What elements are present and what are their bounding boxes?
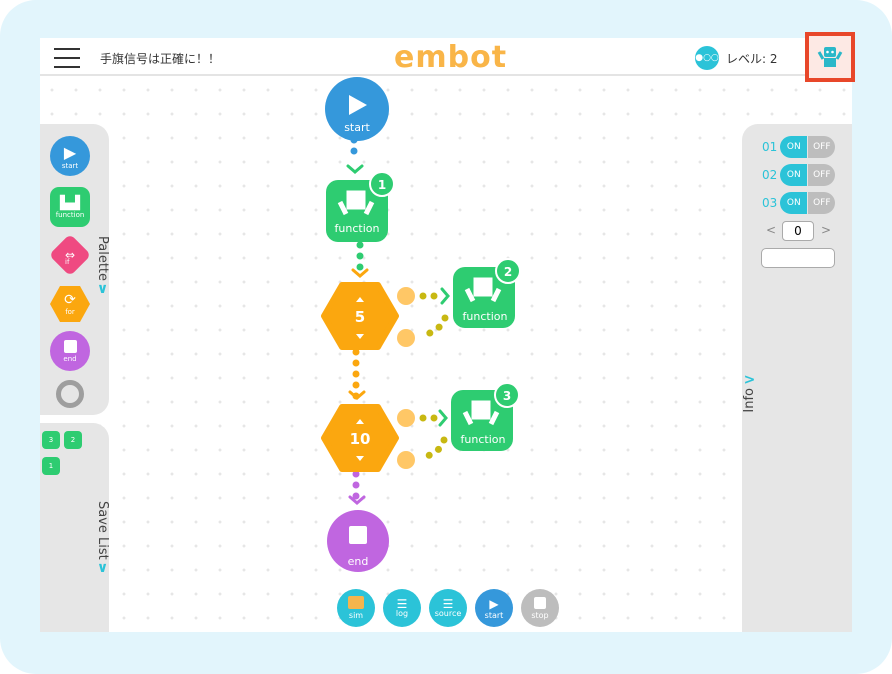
for-node-1[interactable]: 5	[321, 282, 415, 350]
end-label: end	[348, 555, 369, 568]
source-icon: ☰	[442, 596, 454, 611]
sim-button[interactable]: sim	[337, 589, 375, 627]
function-label: function	[335, 222, 380, 235]
stop-icon	[534, 596, 546, 609]
stop-label: stop	[531, 610, 549, 620]
connector	[416, 436, 448, 462]
for-node-2[interactable]: 10	[321, 404, 415, 472]
function-label: function	[463, 310, 508, 323]
arrow-icon	[351, 268, 369, 278]
function-badge: 2	[504, 265, 512, 279]
function-label: function	[461, 433, 506, 446]
loop-count: 5	[355, 308, 365, 326]
function-badge: 1	[378, 178, 386, 192]
start-node[interactable]: start	[325, 77, 389, 141]
source-label: source	[434, 608, 462, 618]
function-node-1[interactable]: function 1	[326, 171, 395, 242]
connector	[416, 314, 449, 340]
source-button[interactable]: ☰ source	[429, 589, 467, 627]
function-node-2[interactable]: function 2	[453, 258, 521, 328]
arrow-icon	[346, 164, 364, 174]
loop-count: 10	[350, 430, 371, 448]
sim-label: sim	[348, 611, 364, 620]
flow-diagram: start function 1 5 function 2 10 functio…	[321, 77, 521, 572]
start-label: start	[484, 610, 504, 620]
sim-icon	[348, 596, 364, 609]
arrow-icon	[440, 287, 450, 305]
stop-button[interactable]: stop	[521, 589, 559, 627]
arrow-icon	[438, 409, 448, 427]
play-icon: ▶	[489, 596, 499, 611]
stop-icon	[349, 526, 367, 544]
function-badge: 3	[503, 389, 511, 403]
end-node[interactable]: end	[327, 510, 389, 572]
log-button[interactable]: ☰ log	[383, 589, 421, 627]
log-icon: ☰	[396, 596, 408, 611]
function-node-3[interactable]: function 3	[451, 382, 520, 451]
start-label: start	[344, 121, 370, 134]
start-button[interactable]: ▶ start	[475, 589, 513, 627]
log-label: log	[395, 608, 409, 618]
